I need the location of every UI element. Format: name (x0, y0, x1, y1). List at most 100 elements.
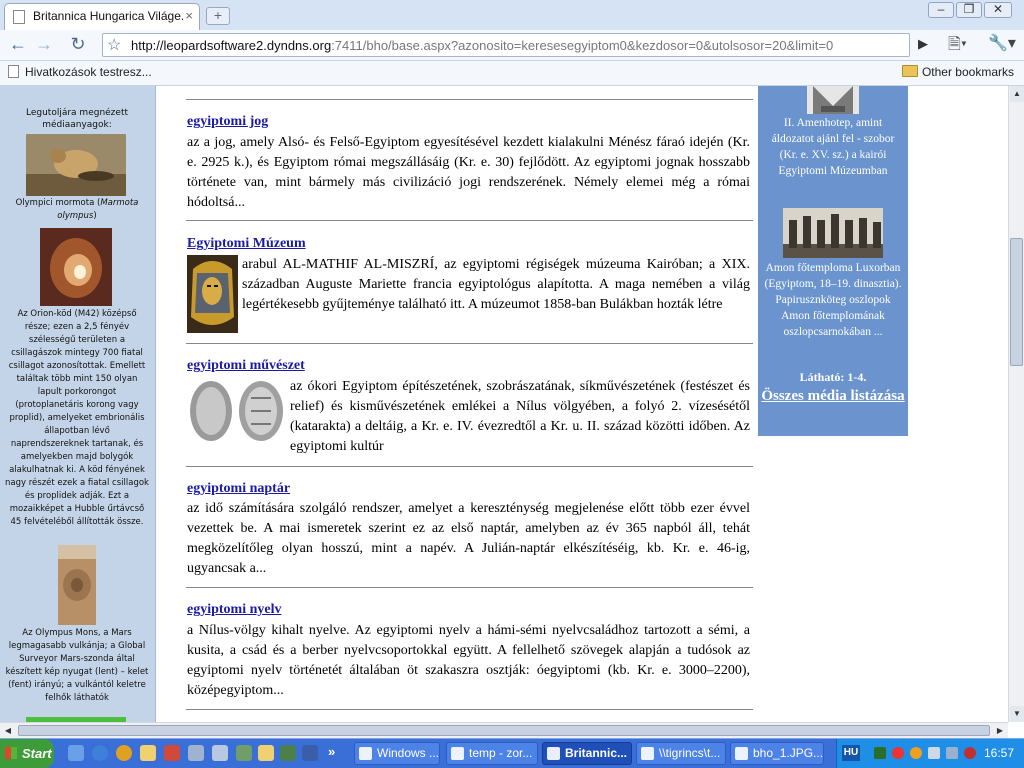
divider (186, 343, 753, 344)
media-count: Látható: 1-4. (799, 370, 867, 384)
task-label: temp - zor... (469, 746, 533, 760)
chrome-icon[interactable] (116, 745, 132, 761)
scroll-left-arrow-icon[interactable]: ◀ (0, 724, 16, 738)
title-bar: Britannica Hungarica Világe... × + – ❐ ✕ (0, 0, 1024, 31)
new-tab-button[interactable]: + (206, 7, 230, 25)
bookmarks-bar: Hivatkozások testresz... Other bookmarks (0, 61, 1024, 86)
marmot-photo[interactable] (26, 134, 126, 196)
result-title-link[interactable]: egyiptomi nyelv (187, 602, 282, 618)
caption-text: Olympici mormota ( (15, 198, 101, 208)
maximize-button[interactable]: ❐ (956, 2, 982, 18)
scroll-down-arrow-icon[interactable]: ▼ (1010, 706, 1024, 722)
window-icon (451, 747, 464, 760)
orion-nebula-photo[interactable] (40, 228, 112, 306)
vertical-scroll-thumb[interactable] (1010, 238, 1023, 366)
internet-explorer-icon[interactable] (92, 745, 108, 761)
tray-antivirus-icon[interactable] (892, 747, 904, 759)
luxor-temple-thumbnail[interactable] (783, 208, 883, 258)
reload-icon[interactable]: ↻ (66, 33, 90, 57)
editor-icon[interactable] (236, 745, 252, 761)
tray-network-icon[interactable] (928, 747, 940, 759)
address-url[interactable]: http://leopardsoftware2.dyndns.org:7411/… (131, 38, 833, 53)
result-snippet: az a jog, amely Alsó- és Felső-Egyiptom … (187, 135, 750, 210)
folder-icon (641, 747, 654, 760)
taskbar-item-windows[interactable]: Windows ... (354, 742, 440, 765)
language-indicator[interactable]: HU (842, 745, 860, 761)
window-icon (359, 747, 372, 760)
other-bookmarks-button[interactable]: Other bookmarks (901, 65, 1014, 79)
folder-icon[interactable] (258, 745, 274, 761)
tools-icon[interactable] (188, 745, 204, 761)
minimize-button[interactable]: – (928, 2, 954, 18)
tutankhamun-mask-thumbnail[interactable] (187, 255, 238, 333)
navigation-toolbar: ← → ↻ ☆ http://leopardsoftware2.dyndns.o… (0, 30, 1024, 61)
start-label: Start (22, 746, 52, 761)
task-label: Windows ... (377, 746, 440, 760)
tray-security-shield-icon[interactable] (964, 747, 976, 759)
tray-update-icon[interactable] (910, 747, 922, 759)
result-snippet: az idő számítására szolgáló rendszer, am… (187, 501, 750, 576)
remote-desktop-icon[interactable] (302, 745, 318, 761)
related-media-panel: II. Amenhotep, amint áldozatot ajánl fel… (758, 86, 908, 436)
wrench-menu-icon[interactable]: 🔧▾ (988, 33, 1016, 53)
task-label: bho_1.JPG... (753, 746, 824, 760)
vertical-scrollbar[interactable]: ▲ ▼ (1008, 86, 1024, 722)
luxor-caption: Amon főtemploma Luxorban (Egyiptom, 18–1… (764, 262, 902, 338)
show-desktop-icon[interactable] (68, 745, 84, 761)
result-title-link[interactable]: egyiptomi jog (187, 114, 268, 130)
result-title-link[interactable]: egyiptomi naptár (187, 481, 290, 497)
list-all-media-link[interactable]: Összes média listázása (758, 386, 908, 406)
tab-close-icon[interactable]: × (185, 8, 193, 23)
bookmark-item-customize[interactable]: Hivatkozások testresz... (8, 65, 152, 79)
close-window-button[interactable]: ✕ (984, 2, 1012, 18)
scroll-right-arrow-icon[interactable]: ▶ (992, 724, 1008, 738)
quicklaunch-overflow-chevron[interactable]: » (328, 744, 335, 759)
tray-volume-icon[interactable] (946, 747, 958, 759)
chrome-icon (547, 747, 560, 760)
other-bookmarks-label: Other bookmarks (921, 65, 1014, 79)
tab-title: Britannica Hungarica Világe... (33, 9, 183, 23)
marmot-caption: Olympici mormota (Marmota olympus) (4, 197, 150, 223)
image-file-icon (735, 747, 748, 760)
bookmark-star-icon[interactable]: ☆ (107, 35, 121, 55)
windows-taskbar: Start » Windows ... temp - zor... Britan… (0, 738, 1024, 768)
scarab-seal-thumbnail[interactable] (187, 378, 287, 444)
page-icon (8, 65, 19, 78)
scroll-up-arrow-icon[interactable]: ▲ (1010, 86, 1024, 102)
browser-tab-active[interactable]: Britannica Hungarica Világe... × (4, 3, 200, 30)
olympus-mons-photo[interactable] (58, 545, 96, 625)
tray-monitor-icon[interactable] (874, 747, 886, 759)
page-viewport: Legutoljára megnézett médiaanyagok: Olym… (0, 86, 1008, 722)
horizontal-scroll-thumb[interactable] (18, 725, 990, 736)
taskbar-item-britannica[interactable]: Britannic... (542, 742, 632, 765)
taskbar-item-bho-jpg[interactable]: bho_1.JPG... (730, 742, 824, 765)
taskbar-item-tigrincs[interactable]: \\tigrincs\t... (636, 742, 726, 765)
result-snippet: a Nílus-völgy kihalt nyelve. Az egyiptom… (187, 623, 750, 698)
result-title-link[interactable]: Egyiptomi Múzeum (187, 236, 306, 252)
address-bar[interactable]: ☆ http://leopardsoftware2.dyndns.org:741… (102, 33, 910, 57)
explorer-folder-icon[interactable] (140, 745, 156, 761)
result-snippet: arabul AL-MATHIF AL-MISZRÍ, az egyiptomi… (242, 257, 750, 312)
forward-arrow-icon[interactable]: → (32, 33, 56, 57)
network-tool-icon[interactable] (280, 745, 296, 761)
url-host: http://leopardsoftware2.dyndns.org (131, 38, 332, 53)
page-favicon-icon (13, 10, 25, 24)
go-arrow-icon[interactable]: ▶ (918, 36, 928, 52)
divider (186, 99, 753, 100)
result-snippet: az ókori Egyiptom építészetének, szobrás… (290, 379, 750, 454)
page-menu-icon[interactable]: 🗎▾ (948, 33, 967, 60)
url-path: :7411/bho/base.aspx?azonosito=keresesegy… (331, 38, 834, 53)
horizontal-scrollbar[interactable]: ◀ ▶ (0, 722, 1008, 738)
app-launcher-icon[interactable] (164, 745, 180, 761)
divider (186, 220, 753, 221)
image-viewer-icon[interactable] (212, 745, 228, 761)
taskbar-item-temp[interactable]: temp - zor... (446, 742, 538, 765)
taskbar-clock: 16:57 (983, 746, 1014, 760)
divider (186, 466, 753, 467)
amenhotep-statue-thumbnail[interactable] (807, 86, 859, 114)
result-title-link[interactable]: egyiptomi művészet (187, 358, 305, 374)
task-label: Britannic... (565, 746, 628, 760)
start-button[interactable]: Start (0, 739, 54, 768)
search-results: egyiptomi jog az a jog, amely Alsó- és F… (186, 86, 753, 722)
back-arrow-icon[interactable]: ← (6, 33, 30, 57)
